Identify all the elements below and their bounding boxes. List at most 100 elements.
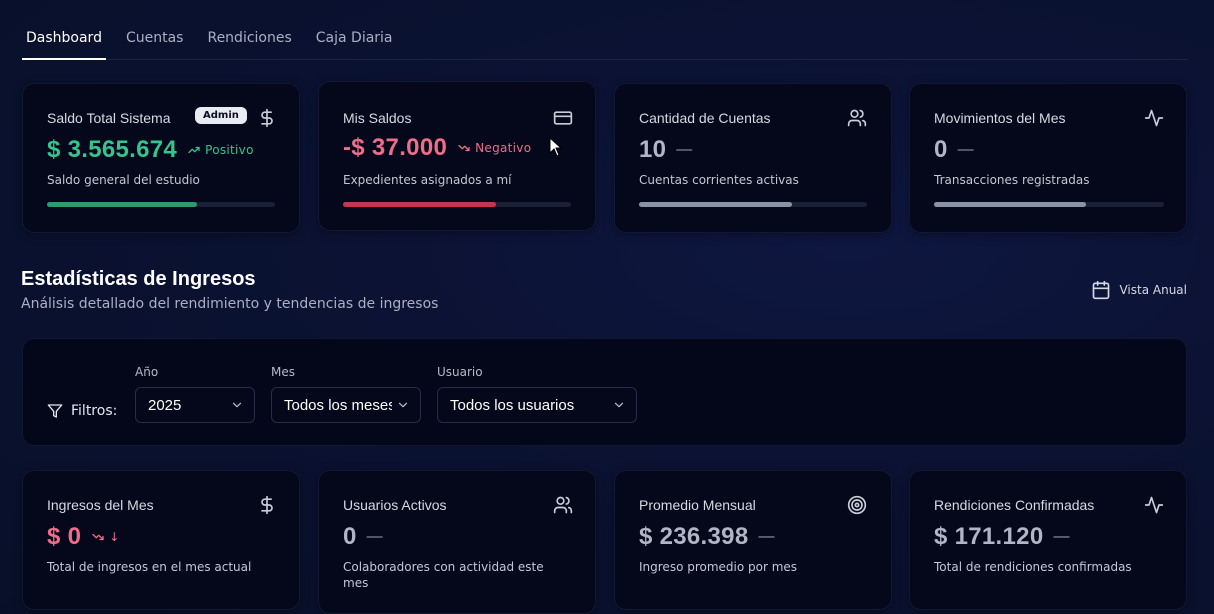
card-desc: Colaboradores con actividad este mes	[343, 560, 544, 590]
value-text: 0	[343, 523, 357, 550]
month-label: Mes	[271, 365, 295, 379]
filters-text: Filtros:	[71, 403, 118, 419]
year-filter: Año 2025	[135, 365, 255, 423]
month-select[interactable]: Todos los meses	[271, 387, 421, 423]
card-rendiciones-confirmadas: Rendiciones Confirmadas $ 171.120 — Tota…	[909, 470, 1187, 610]
calendar-icon	[1093, 280, 1110, 300]
progress-bar	[639, 202, 867, 207]
progress-fill	[47, 202, 198, 207]
user-select[interactable]: Todos los usuarios	[437, 387, 637, 423]
vista-anual-button[interactable]: Vista Anual	[1091, 280, 1187, 300]
year-select[interactable]: 2025	[135, 387, 255, 423]
user-label: Usuario	[437, 365, 483, 379]
card-movimientos-mes: Movimientos del Mes 0 — Transacciones re…	[909, 83, 1187, 233]
card-desc: Total de ingresos en el mes actual	[47, 560, 252, 574]
trend-neutral: —	[1053, 528, 1070, 545]
value-text: $ 0	[47, 523, 82, 550]
month-value: Todos los meses	[284, 396, 392, 414]
card-cantidad-cuentas: Cantidad de Cuentas 10 — Cuentas corrien…	[614, 83, 892, 233]
trend-label: Negativo	[475, 141, 532, 155]
value-text: $ 171.120	[934, 523, 1044, 550]
card-title: Saldo Total Sistema	[47, 110, 171, 126]
trending-down-icon	[458, 144, 470, 152]
year-label: Año	[135, 365, 159, 379]
card-promedio-mensual: Promedio Mensual $ 236.398 — Ingreso pro…	[614, 470, 892, 610]
card-value: $ 3.565.674 Positivo	[47, 136, 254, 164]
card-title: Movimientos del Mes	[934, 110, 1066, 126]
mouse-cursor-icon	[549, 137, 563, 157]
card-title: Ingresos del Mes	[47, 497, 154, 513]
progress-bar	[934, 202, 1164, 207]
value-text: $ 236.398	[639, 523, 749, 550]
card-title: Rendiciones Confirmadas	[934, 497, 1095, 513]
value-text: 10	[639, 136, 667, 163]
card-value: 10 —	[639, 136, 693, 164]
dollar-icon	[257, 108, 277, 128]
card-value: 0 —	[343, 523, 383, 551]
trend-neutral: —	[758, 528, 775, 545]
filters-label: Filtros:	[47, 403, 117, 419]
value-text: $ 3.565.674	[47, 136, 178, 163]
trend-label: ↓	[109, 530, 120, 544]
trend-neutral: —	[366, 528, 383, 545]
trend-negative: Negativo	[457, 141, 531, 155]
chevron-down-icon	[614, 402, 624, 408]
user-filter: Usuario Todos los usuarios	[437, 365, 637, 423]
progress-bar	[47, 202, 275, 207]
card-value: $ 236.398 —	[639, 523, 775, 551]
vista-label: Vista Anual	[1119, 283, 1187, 297]
tab-cuentas[interactable]: Cuentas	[122, 30, 188, 60]
trend-label: Positivo	[205, 143, 254, 157]
user-value: Todos los usuarios	[450, 396, 575, 414]
card-desc: Expedientes asignados a mí	[343, 173, 512, 187]
users-icon	[553, 495, 573, 515]
tab-rendiciones[interactable]: Rendiciones	[203, 30, 295, 60]
dollar-icon	[257, 495, 277, 515]
activity-icon	[1144, 108, 1164, 128]
progress-fill	[639, 202, 792, 207]
progress-fill	[934, 202, 1086, 207]
trending-down-icon	[92, 533, 104, 541]
progress-bar	[343, 202, 571, 207]
activity-icon	[1144, 495, 1164, 515]
card-desc: Cuentas corrientes activas	[639, 173, 799, 187]
month-filter: Mes Todos los meses	[271, 365, 421, 423]
card-saldo-total: Saldo Total Sistema Admin $ 3.565.674 Po…	[22, 83, 300, 233]
filters-panel: Filtros: Año 2025 Mes Todos los meses Us…	[22, 338, 1187, 446]
card-desc: Ingreso promedio por mes	[639, 560, 798, 574]
users-icon	[847, 108, 867, 128]
card-desc: Saldo general del estudio	[47, 173, 200, 187]
card-value: -$ 37.000 Negativo	[343, 134, 531, 162]
admin-badge: Admin	[195, 107, 247, 124]
trending-up-icon	[188, 146, 200, 154]
section-title: Estadísticas de Ingresos	[21, 268, 256, 290]
card-usuarios-activos: Usuarios Activos 0 — Colaboradores con a…	[318, 470, 596, 614]
card-title: Usuarios Activos	[343, 497, 447, 513]
tab-caja-diaria[interactable]: Caja Diaria	[312, 30, 397, 60]
chevron-down-icon	[398, 402, 408, 408]
value-text: 0	[934, 136, 948, 163]
credit-card-icon	[553, 108, 573, 128]
card-title: Mis Saldos	[343, 110, 412, 126]
card-desc: Transacciones registradas	[934, 173, 1090, 187]
card-desc: Total de rendiciones confirmadas	[934, 560, 1132, 574]
trend-neutral: —	[676, 141, 693, 158]
progress-fill	[343, 202, 496, 207]
card-title: Cantidad de Cuentas	[639, 110, 771, 126]
trend-neutral: —	[957, 141, 974, 158]
target-icon	[847, 495, 867, 515]
card-title: Promedio Mensual	[639, 497, 756, 513]
year-value: 2025	[148, 396, 182, 414]
trend-negative: ↓	[91, 530, 119, 544]
card-value: $ 171.120 —	[934, 523, 1070, 551]
main-tabs: Dashboard Cuentas Rendiciones Caja Diari…	[22, 30, 1188, 60]
card-ingresos-mes: Ingresos del Mes $ 0 ↓ Total de ingresos…	[22, 470, 300, 610]
section-subtitle: Análisis detallado del rendimiento y ten…	[21, 296, 439, 312]
tab-dashboard[interactable]: Dashboard	[22, 30, 106, 60]
card-value: 0 —	[934, 136, 974, 164]
trend-positive: Positivo	[187, 143, 254, 157]
value-text: -$ 37.000	[343, 134, 448, 161]
chevron-down-icon	[232, 402, 242, 408]
card-value: $ 0 ↓	[47, 523, 120, 551]
filter-icon	[47, 404, 63, 418]
